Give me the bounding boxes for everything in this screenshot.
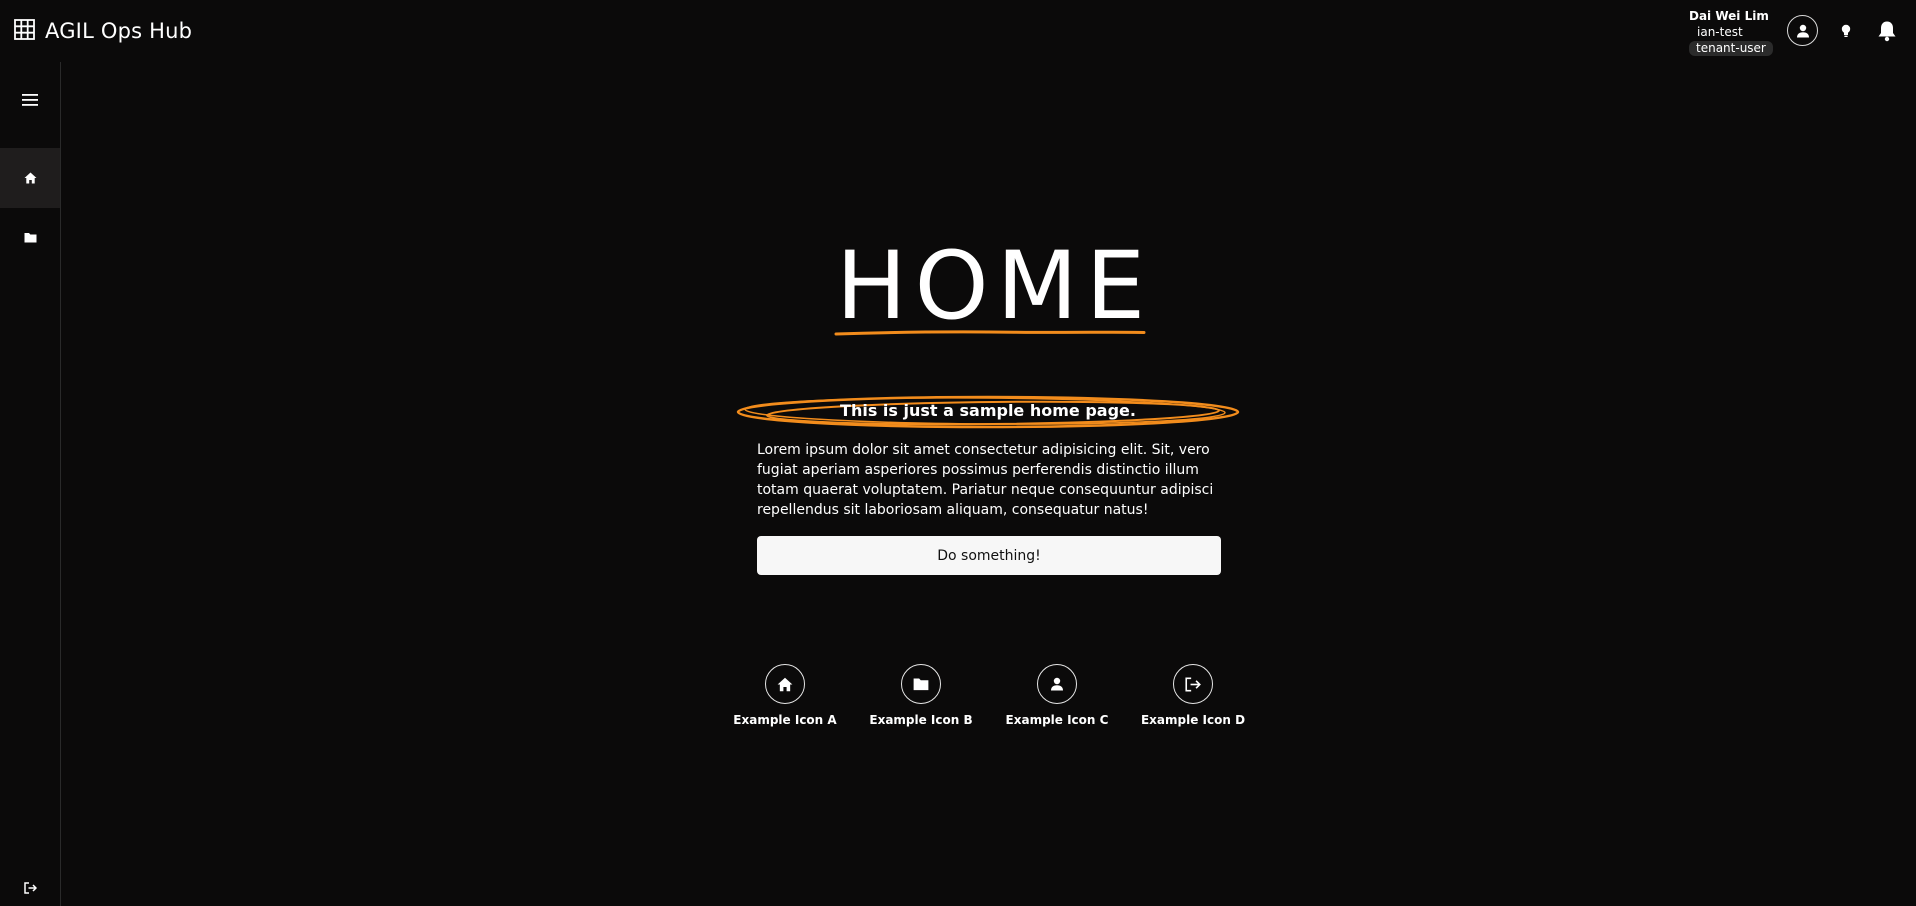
user-tenant: ian-test bbox=[1697, 25, 1743, 39]
lightbulb-icon bbox=[1841, 24, 1851, 37]
example-icon-b-circle[interactable] bbox=[901, 664, 941, 704]
grid-icon[interactable] bbox=[14, 18, 35, 44]
sidebar bbox=[0, 62, 61, 906]
page-subtitle: This is just a sample home page. bbox=[840, 401, 1136, 420]
folder-icon bbox=[913, 678, 929, 691]
example-icon-a-label: Example Icon A bbox=[733, 713, 837, 727]
page-title: HOME bbox=[836, 232, 1154, 341]
user-role-badge: tenant-user bbox=[1689, 41, 1773, 56]
do-something-button[interactable]: Do something! bbox=[757, 536, 1221, 575]
home-icon bbox=[777, 677, 793, 691]
subtitle-highlight: This is just a sample home page. bbox=[735, 392, 1241, 432]
logout-icon bbox=[23, 882, 37, 894]
example-icon-b-label: Example Icon B bbox=[869, 713, 973, 727]
user-info: Dai Wei Lim ian-test tenant-user bbox=[1689, 8, 1773, 56]
logout-icon bbox=[1185, 677, 1201, 691]
sidebar-item-folder[interactable] bbox=[0, 207, 60, 267]
bell-icon bbox=[1878, 21, 1896, 42]
example-icon-a-circle[interactable] bbox=[765, 664, 805, 704]
top-header: AGIL Ops Hub Dai Wei Lim ian-test tenant… bbox=[0, 0, 1916, 62]
user-name: Dai Wei Lim bbox=[1689, 9, 1769, 23]
lightbulb-button[interactable] bbox=[1836, 20, 1856, 42]
home-icon bbox=[24, 172, 36, 184]
example-icon-d[interactable]: Example Icon D bbox=[1133, 664, 1253, 728]
brand[interactable]: AGIL Ops Hub bbox=[14, 16, 192, 46]
app-title: AGIL Ops Hub bbox=[45, 19, 193, 43]
example-icon-c-circle[interactable] bbox=[1037, 664, 1077, 704]
example-icon-c[interactable]: Example Icon C bbox=[997, 664, 1117, 728]
title-underline bbox=[834, 330, 1146, 336]
example-icon-d-circle[interactable] bbox=[1173, 664, 1213, 704]
account-icon bbox=[1796, 24, 1809, 37]
example-icon-a[interactable]: Example Icon A bbox=[725, 664, 845, 728]
notifications-button[interactable] bbox=[1875, 19, 1899, 43]
body-text: Lorem ipsum dolor sit amet consectetur a… bbox=[757, 442, 1214, 518]
folder-icon bbox=[24, 232, 36, 242]
sidebar-item-home[interactable] bbox=[0, 148, 60, 208]
account-button[interactable] bbox=[1787, 15, 1818, 46]
sidebar-item-logout[interactable] bbox=[0, 874, 60, 902]
example-icon-d-label: Example Icon D bbox=[1140, 713, 1246, 727]
person-icon bbox=[1051, 677, 1063, 691]
example-icon-c-label: Example Icon C bbox=[1005, 713, 1109, 727]
hamburger-icon bbox=[22, 94, 38, 106]
example-icon-b[interactable]: Example Icon B bbox=[861, 664, 981, 728]
sidebar-menu-toggle[interactable] bbox=[0, 70, 60, 130]
